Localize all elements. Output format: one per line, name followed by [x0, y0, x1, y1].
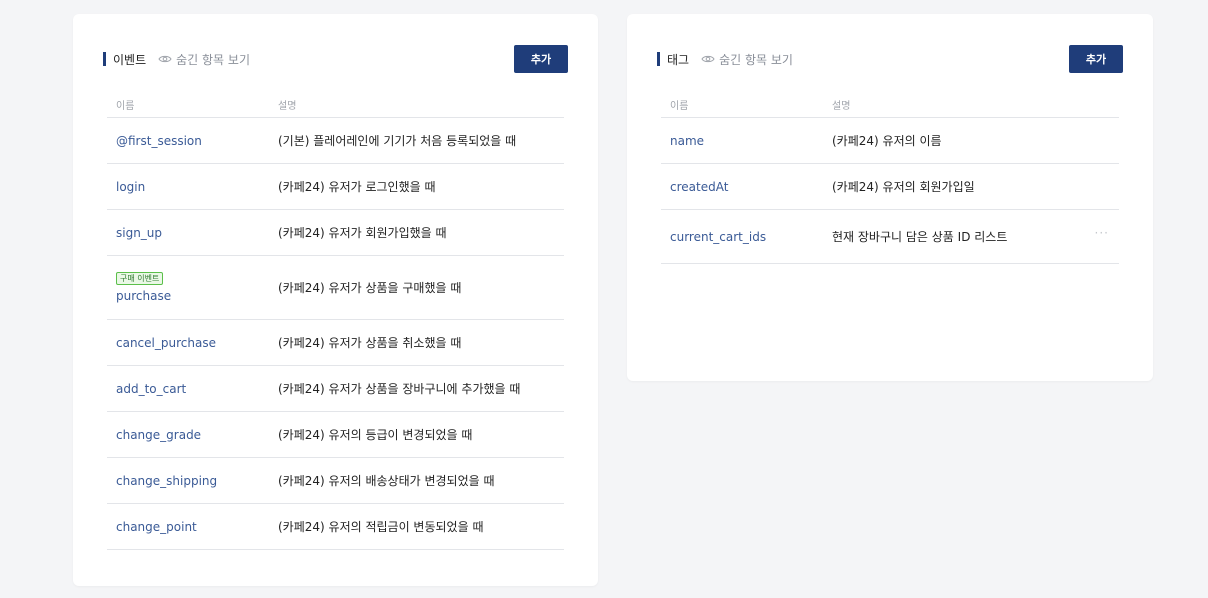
events-title: 이벤트 [113, 52, 147, 67]
event-desc: (카페24) 유저의 등급이 변경되었을 때 [278, 428, 473, 442]
event-name[interactable]: change_point [107, 520, 278, 534]
tags-show-hidden-toggle[interactable]: 숨긴 항목 보기 [701, 51, 793, 68]
event-desc: (카페24) 유저가 로그인했을 때 [278, 180, 436, 194]
event-row-change-grade[interactable]: change_grade (카페24) 유저의 등급이 변경되었을 때 [107, 412, 564, 458]
event-desc: (카페24) 유저의 적립금이 변동되었을 때 [278, 520, 484, 534]
tag-desc: (카페24) 유저의 이름 [832, 134, 942, 148]
tag-name[interactable]: name [661, 134, 832, 148]
events-add-button[interactable]: 추가 [514, 45, 568, 73]
event-row-change-point[interactable]: change_point (카페24) 유저의 적립금이 변동되었을 때 [107, 504, 564, 550]
events-table: 이름 설명 @first_session (기본) 플레어레인에 기기가 처음 … [107, 92, 564, 550]
event-row-sign-up[interactable]: sign_up (카페24) 유저가 회원가입했을 때 [107, 210, 564, 256]
event-row-login[interactable]: login (카페24) 유저가 로그인했을 때 [107, 164, 564, 210]
show-hidden-label: 숨긴 항목 보기 [719, 52, 793, 67]
event-name[interactable]: purchase [116, 289, 171, 303]
events-table-header: 이름 설명 [107, 92, 564, 118]
tags-header: 태그 숨긴 항목 보기 추가 [657, 45, 1123, 73]
tag-name[interactable]: createdAt [661, 180, 832, 194]
tag-name[interactable]: current_cart_ids [661, 230, 832, 244]
event-name[interactable]: add_to_cart [107, 382, 278, 396]
event-name[interactable]: cancel_purchase [107, 336, 278, 350]
column-header-desc: 설명 [278, 101, 297, 112]
event-name-cell: 구매 이벤트 purchase [107, 272, 278, 303]
event-desc: (카페24) 유저가 상품을 취소했을 때 [278, 336, 462, 350]
tag-row-created-at[interactable]: createdAt (카페24) 유저의 회원가입일 [661, 164, 1119, 210]
tags-panel: 태그 숨긴 항목 보기 추가 이름 설명 name (카페24) 유저의 이름 … [627, 14, 1153, 381]
event-row-purchase[interactable]: 구매 이벤트 purchase (카페24) 유저가 상품을 구매했을 때 [107, 256, 564, 320]
events-panel: 이벤트 숨긴 항목 보기 추가 이름 설명 @first_session (기본… [73, 14, 598, 586]
event-name[interactable]: login [107, 180, 278, 194]
event-name[interactable]: change_grade [107, 428, 278, 442]
tags-table: 이름 설명 name (카페24) 유저의 이름 createdAt (카페24… [661, 92, 1119, 264]
purchase-event-badge: 구매 이벤트 [116, 272, 164, 285]
event-row-change-shipping[interactable]: change_shipping (카페24) 유저의 배송상태가 변경되었을 때 [107, 458, 564, 504]
tag-desc: 현재 장바구니 담은 상품 ID 리스트 [832, 230, 1008, 244]
event-row-add-to-cart[interactable]: add_to_cart (카페24) 유저가 상품을 장바구니에 추가했을 때 [107, 366, 564, 412]
more-horizontal-icon[interactable]: ··· [1095, 226, 1109, 240]
column-header-name: 이름 [116, 101, 135, 112]
column-header-name: 이름 [670, 101, 689, 112]
event-name[interactable]: sign_up [107, 226, 278, 240]
tags-table-header: 이름 설명 [661, 92, 1119, 118]
eye-icon [158, 55, 172, 63]
events-header: 이벤트 숨긴 항목 보기 추가 [103, 45, 568, 73]
event-name[interactable]: change_shipping [107, 474, 278, 488]
event-name[interactable]: @first_session [107, 134, 278, 148]
event-desc: (카페24) 유저가 회원가입했을 때 [278, 226, 447, 240]
eye-icon [701, 55, 715, 63]
tag-row-name[interactable]: name (카페24) 유저의 이름 [661, 118, 1119, 164]
event-desc: (카페24) 유저의 배송상태가 변경되었을 때 [278, 474, 495, 488]
title-accent-bar [103, 52, 106, 66]
events-show-hidden-toggle[interactable]: 숨긴 항목 보기 [158, 51, 250, 68]
event-desc: (카페24) 유저가 상품을 장바구니에 추가했을 때 [278, 382, 521, 396]
tags-add-button[interactable]: 추가 [1069, 45, 1123, 73]
show-hidden-label: 숨긴 항목 보기 [176, 52, 250, 67]
event-desc: (카페24) 유저가 상품을 구매했을 때 [278, 281, 462, 295]
tag-desc: (카페24) 유저의 회원가입일 [832, 180, 975, 194]
event-desc: (기본) 플레어레인에 기기가 처음 등록되었을 때 [278, 134, 517, 148]
column-header-desc: 설명 [832, 101, 851, 112]
tags-title: 태그 [667, 52, 690, 67]
event-row-cancel-purchase[interactable]: cancel_purchase (카페24) 유저가 상품을 취소했을 때 [107, 320, 564, 366]
tag-row-current-cart-ids[interactable]: current_cart_ids 현재 장바구니 담은 상품 ID 리스트 ··… [661, 210, 1119, 264]
event-row-first-session[interactable]: @first_session (기본) 플레어레인에 기기가 처음 등록되었을 … [107, 118, 564, 164]
title-accent-bar [657, 52, 660, 66]
